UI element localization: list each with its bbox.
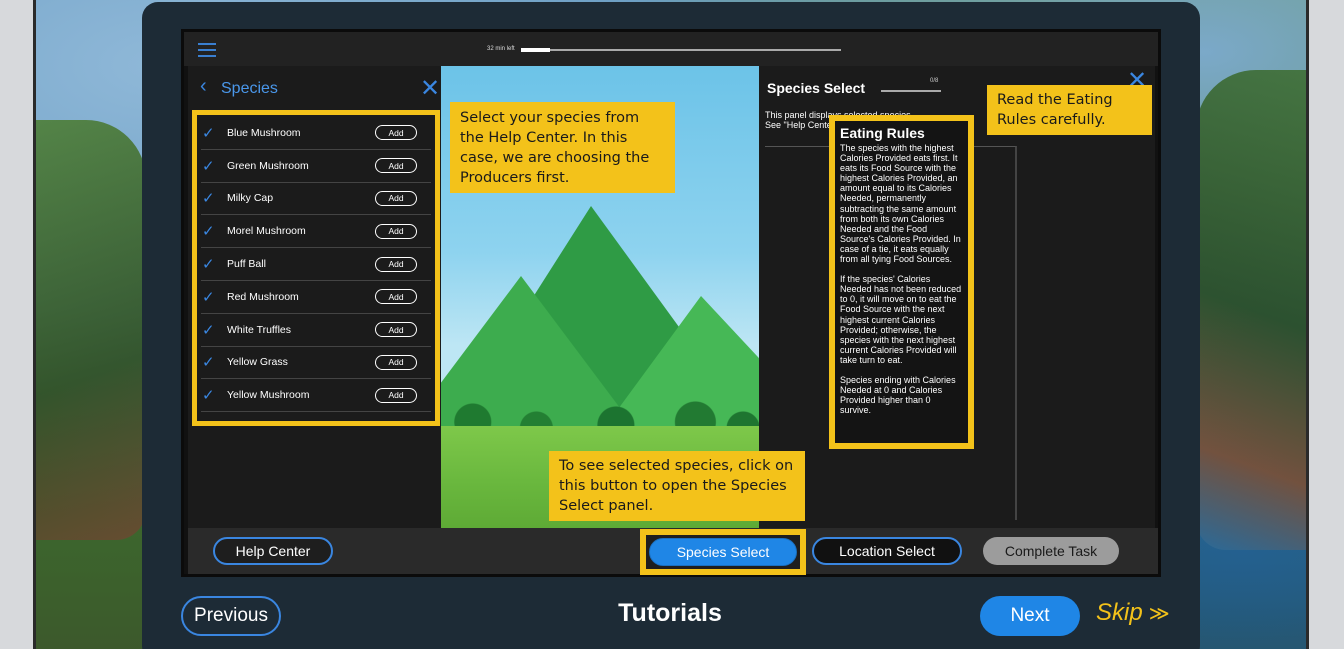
species-list-item: ✓ Puff Ball Add bbox=[201, 248, 431, 281]
species-header: ‹ Species ✕ bbox=[188, 66, 441, 106]
species-list-item: ✓ Yellow Mushroom Add bbox=[201, 379, 431, 413]
page-title: Tutorials bbox=[618, 599, 722, 627]
eating-rules-box: Eating Rules The species with the highes… bbox=[829, 115, 974, 449]
add-species-button[interactable]: Add bbox=[375, 322, 417, 338]
menu-icon[interactable] bbox=[198, 43, 216, 57]
species-list-item: ✓ White Truffles Add bbox=[201, 314, 431, 347]
add-species-button[interactable]: Add bbox=[375, 354, 417, 370]
callout-read-rules: Read the Eating Rules carefully. bbox=[987, 85, 1152, 135]
eating-rules-title: Eating Rules bbox=[840, 125, 925, 141]
species-select-button[interactable]: Species Select bbox=[649, 538, 797, 566]
check-icon: ✓ bbox=[202, 190, 215, 208]
eating-rules-paragraph: Species ending with Calories Needed at 0… bbox=[840, 374, 956, 416]
location-select-button[interactable]: Location Select bbox=[812, 537, 962, 565]
check-icon: ✓ bbox=[202, 223, 215, 241]
skip-button[interactable]: Skip ≫ bbox=[1096, 599, 1170, 627]
check-icon: ✓ bbox=[202, 288, 215, 306]
add-species-button[interactable]: Add bbox=[375, 256, 417, 272]
game-topbar: 32 min left bbox=[184, 32, 1158, 66]
skip-label: Skip bbox=[1096, 599, 1143, 626]
species-name: White Truffles bbox=[227, 323, 291, 336]
check-icon: ✓ bbox=[202, 387, 215, 405]
add-species-button[interactable]: Add bbox=[375, 223, 417, 239]
eating-rules-paragraph: The species with the highest Calories Pr… bbox=[840, 143, 961, 265]
species-name: Puff Ball bbox=[227, 258, 266, 271]
chevron-left-icon[interactable]: ‹ bbox=[200, 76, 207, 96]
check-icon: ✓ bbox=[202, 256, 215, 274]
species-name: Morel Mushroom bbox=[227, 225, 306, 238]
species-list-item: ✓ Blue Mushroom Add bbox=[201, 117, 431, 150]
complete-task-button[interactable]: Complete Task bbox=[983, 537, 1119, 565]
species-list-item: ✓ Red Mushroom Add bbox=[201, 281, 431, 314]
background-ridge-right bbox=[1196, 70, 1306, 550]
species-name: Milky Cap bbox=[227, 192, 274, 205]
species-name: Yellow Grass bbox=[227, 356, 288, 369]
timer-progress-fill bbox=[521, 48, 550, 52]
species-name: Red Mushroom bbox=[227, 290, 299, 303]
add-species-button[interactable]: Add bbox=[375, 158, 417, 174]
game-bottom-bar: Help Center Species Select Location Sele… bbox=[188, 528, 1158, 575]
timer-label: 32 min left bbox=[487, 46, 515, 52]
species-name: Green Mushroom bbox=[227, 159, 309, 172]
eating-rules-paragraph: If the species' Calories Needed has not … bbox=[840, 274, 962, 365]
close-icon[interactable]: ✕ bbox=[420, 77, 440, 101]
eating-rules-text: The species with the highest Calories Pr… bbox=[840, 143, 963, 415]
add-species-button[interactable]: Add bbox=[375, 289, 417, 305]
species-list-item: ✓ Morel Mushroom Add bbox=[201, 215, 431, 249]
window-frame-right bbox=[1306, 0, 1344, 649]
species-title: Species bbox=[221, 80, 278, 97]
species-list-item: ✓ Green Mushroom Add bbox=[201, 150, 431, 183]
species-select-count: 0/8 bbox=[930, 78, 939, 84]
background-ridge-left bbox=[36, 120, 146, 540]
check-icon: ✓ bbox=[202, 354, 215, 372]
species-name: Yellow Mushroom bbox=[227, 389, 310, 402]
species-list: ✓ Blue Mushroom Add ✓ Green Mushroom Add ✓ Milk… bbox=[192, 110, 440, 426]
species-list-item: ✓ Milky Cap Add bbox=[201, 183, 431, 216]
callout-select-species: Select your species from the Help Center… bbox=[450, 102, 675, 193]
add-species-button[interactable]: Add bbox=[375, 190, 417, 206]
help-center-button[interactable]: Help Center bbox=[213, 537, 333, 565]
next-button[interactable]: Next bbox=[980, 596, 1080, 636]
check-icon: ✓ bbox=[202, 124, 215, 142]
add-species-button[interactable]: Add bbox=[375, 387, 417, 403]
timer-progress bbox=[521, 48, 841, 52]
species-list-item: ✓ Yellow Grass Add bbox=[201, 347, 431, 380]
species-select-title: Species Select bbox=[767, 80, 866, 96]
species-name: Blue Mushroom bbox=[227, 126, 301, 139]
window-frame-left bbox=[0, 0, 36, 649]
species-select-highlight: Species Select bbox=[640, 529, 806, 575]
callout-open-panel: To see selected species, click on this b… bbox=[549, 451, 805, 521]
check-icon: ✓ bbox=[202, 157, 215, 175]
species-panel: ‹ Species ✕ ✓ Blue Mushroom Add ✓ Green Mush… bbox=[188, 66, 441, 528]
species-select-progress bbox=[881, 90, 941, 92]
double-chevron-right-icon: ≫ bbox=[1148, 602, 1170, 625]
add-species-button[interactable]: Add bbox=[375, 125, 417, 141]
previous-button[interactable]: Previous bbox=[181, 596, 281, 636]
check-icon: ✓ bbox=[202, 321, 215, 339]
